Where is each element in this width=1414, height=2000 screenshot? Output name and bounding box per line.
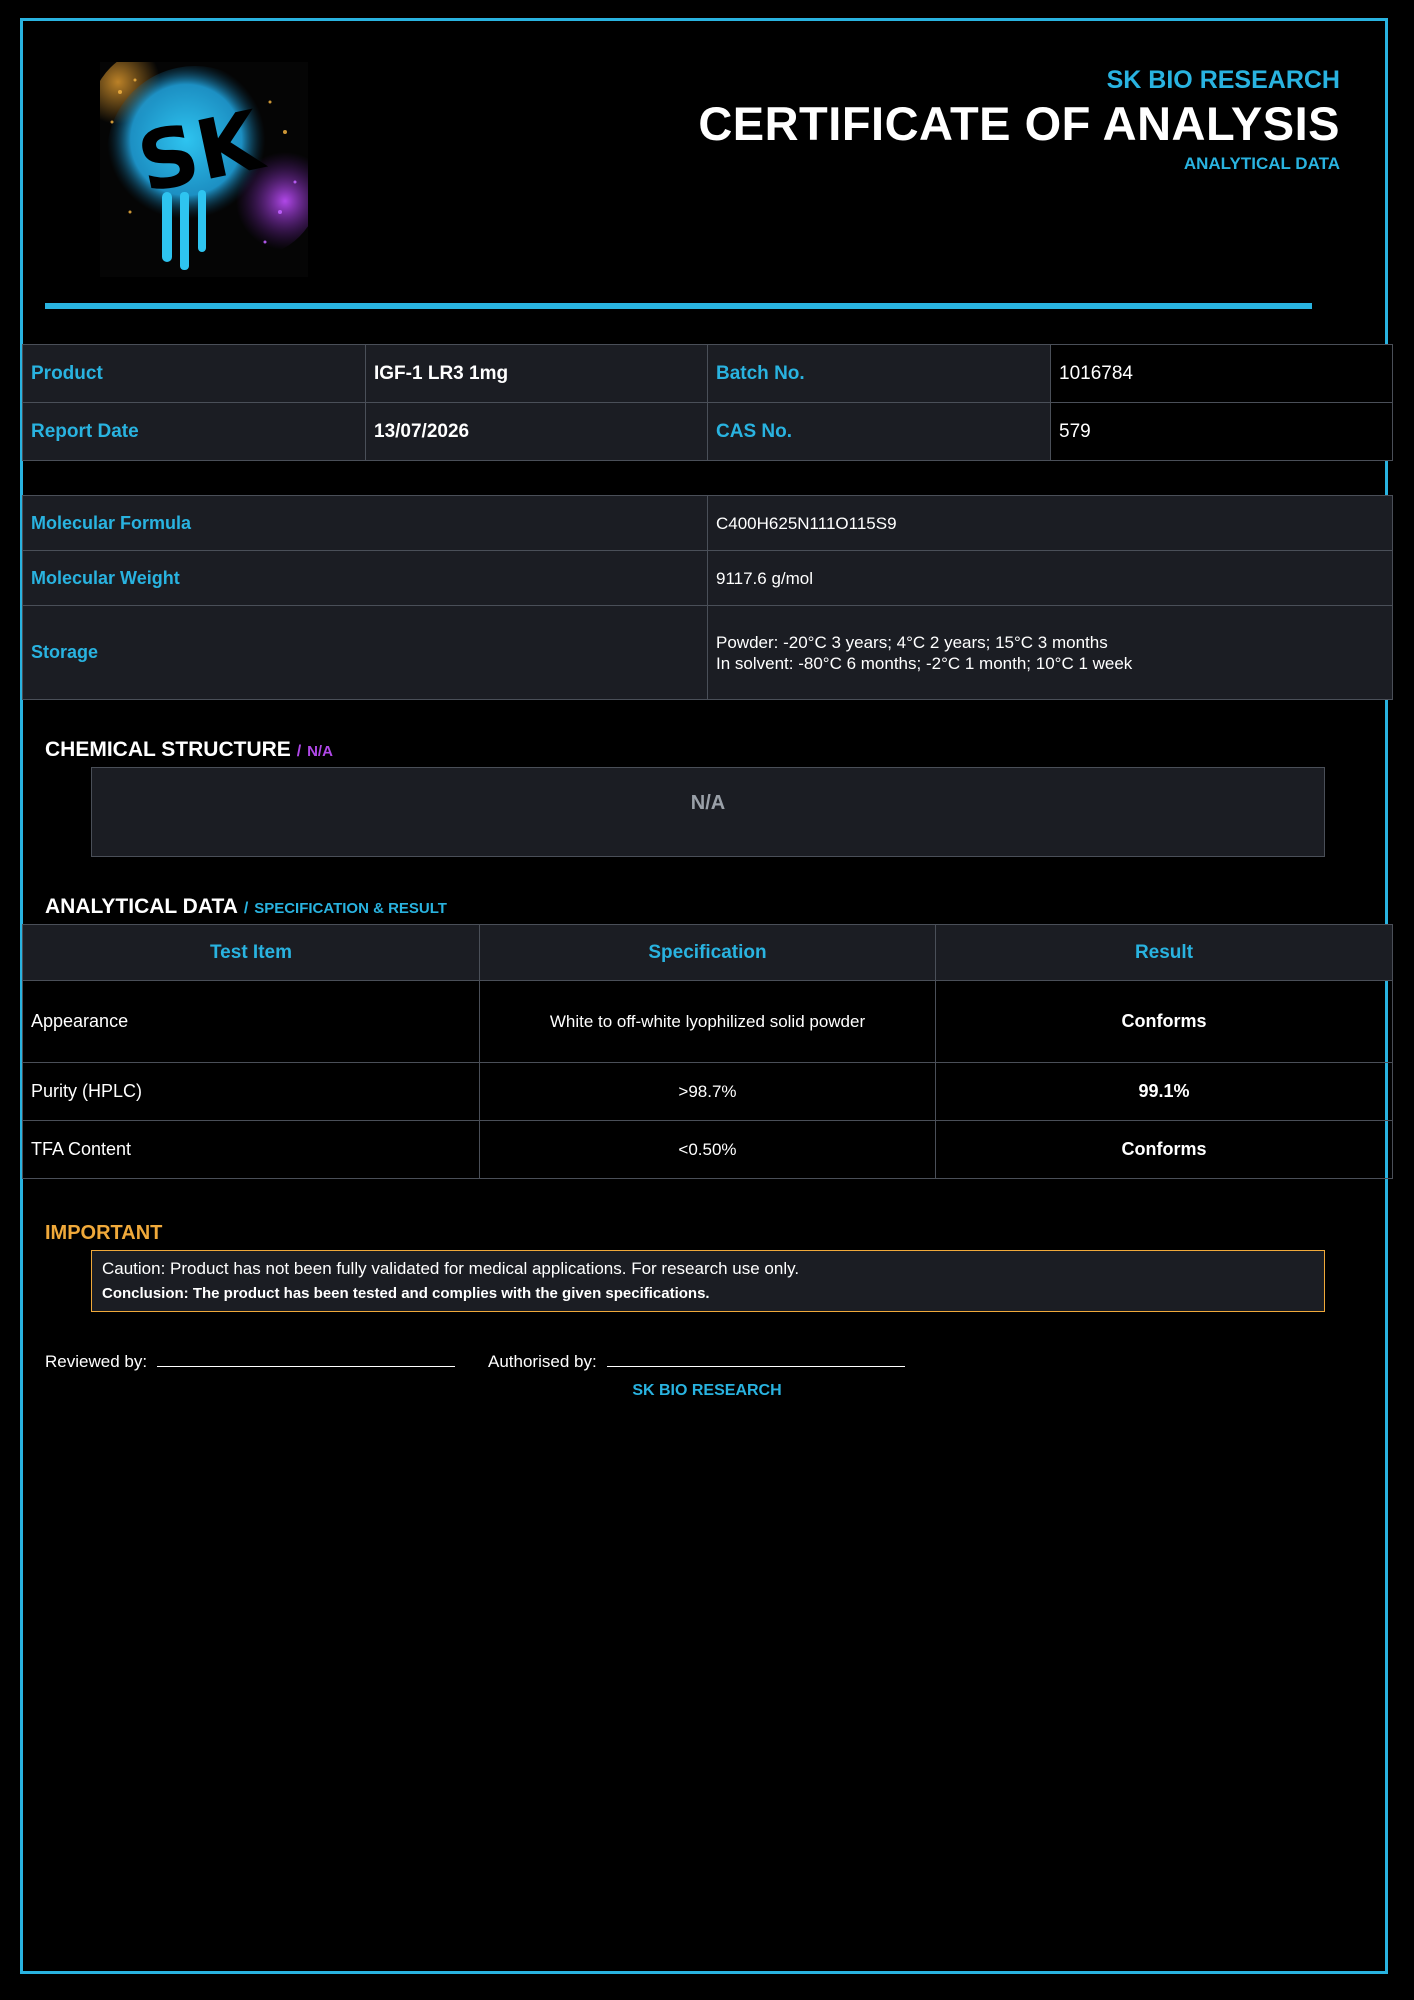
brand-name: SK BIO RESEARCH bbox=[1106, 66, 1340, 94]
authorised-by-signature: Authorised by: bbox=[488, 1352, 905, 1372]
properties-table: Molecular Formula C400H625N111O115S9 Mol… bbox=[22, 495, 1393, 700]
chemical-structure-placeholder: N/A bbox=[690, 792, 726, 814]
cas-value: 579 bbox=[1050, 402, 1393, 461]
batch-value: 1016784 bbox=[1050, 344, 1393, 403]
formula-value: C400H625N111O115S9 bbox=[707, 495, 1393, 551]
column-header-result: Result bbox=[935, 924, 1393, 981]
table-row: Product IGF-1 LR3 1mg Batch No. 1016784 bbox=[22, 344, 1393, 403]
report-date-value: 13/07/2026 bbox=[365, 402, 708, 461]
table-row: Storage Powder: -20°C 3 years; 4°C 2 yea… bbox=[22, 605, 1393, 700]
caution-text: Caution: Product has not been fully vali… bbox=[102, 1259, 800, 1278]
chemical-structure-title: CHEMICAL STRUCTURE bbox=[45, 738, 291, 761]
important-heading: IMPORTANT bbox=[45, 1222, 163, 1244]
test-item: TFA Content bbox=[22, 1120, 480, 1179]
weight-value: 9117.6 g/mol bbox=[707, 550, 1393, 606]
weight-label: Molecular Weight bbox=[22, 550, 708, 606]
section-slash: / bbox=[243, 900, 249, 917]
signature-line bbox=[157, 1352, 456, 1367]
reviewed-by-signature: Reviewed by: bbox=[45, 1352, 456, 1372]
product-label: Product bbox=[22, 344, 366, 403]
test-result: Conforms bbox=[935, 1120, 1393, 1179]
conclusion-text: Conclusion: The product has been tested … bbox=[102, 1285, 710, 1302]
storage-label: Storage bbox=[22, 605, 708, 700]
reviewed-by-label: Reviewed by: bbox=[45, 1352, 148, 1371]
table-header-row: Test Item Specification Result bbox=[22, 924, 1393, 981]
header-rule bbox=[45, 303, 1312, 309]
cas-label: CAS No. bbox=[707, 402, 1051, 461]
column-header-test-item: Test Item bbox=[22, 924, 480, 981]
test-result: Conforms bbox=[935, 980, 1393, 1063]
chemical-structure-box: N/A bbox=[91, 767, 1325, 857]
storage-line-powder: Powder: -20°C 3 years; 4°C 2 years; 15°C… bbox=[716, 632, 1108, 652]
chemical-structure-sub: N/A bbox=[307, 743, 333, 760]
test-result: 99.1% bbox=[935, 1062, 1393, 1121]
analytical-table: Test Item Specification Result Appearanc… bbox=[22, 924, 1393, 1179]
product-value: IGF-1 LR3 1mg bbox=[365, 344, 708, 403]
test-spec: <0.50% bbox=[479, 1120, 936, 1179]
important-notice-box: Caution: Product has not been fully vali… bbox=[91, 1250, 1325, 1312]
footer-brand: SK BIO RESEARCH bbox=[632, 1382, 782, 1399]
section-slash: / bbox=[296, 743, 302, 760]
storage-value: Powder: -20°C 3 years; 4°C 2 years; 15°C… bbox=[707, 605, 1393, 700]
storage-line-solvent: In solvent: -80°C 6 months; -2°C 1 month… bbox=[716, 653, 1133, 673]
test-spec: White to off-white lyophilized solid pow… bbox=[479, 980, 936, 1063]
column-header-specification: Specification bbox=[479, 924, 936, 981]
table-row: Purity (HPLC) >98.7% 99.1% bbox=[22, 1062, 1393, 1121]
chemical-structure-heading: CHEMICAL STRUCTURE / N/A bbox=[45, 738, 333, 762]
batch-label: Batch No. bbox=[707, 344, 1051, 403]
report-date-label: Report Date bbox=[22, 402, 366, 461]
table-row: Appearance White to off-white lyophilize… bbox=[22, 980, 1393, 1063]
formula-label: Molecular Formula bbox=[22, 495, 708, 551]
table-row: TFA Content <0.50% Conforms bbox=[22, 1120, 1393, 1179]
product-info-table: Product IGF-1 LR3 1mg Batch No. 1016784 … bbox=[22, 344, 1393, 461]
table-row: Molecular Weight 9117.6 g/mol bbox=[22, 550, 1393, 606]
page-subtitle: ANALYTICAL DATA bbox=[1183, 154, 1340, 173]
test-spec: >98.7% bbox=[479, 1062, 936, 1121]
table-row: Report Date 13/07/2026 CAS No. 579 bbox=[22, 402, 1393, 461]
analytical-data-heading: ANALYTICAL DATA / SPECIFICATION & RESULT bbox=[45, 895, 447, 919]
page-title: CERTIFICATE OF ANALYSIS bbox=[698, 97, 1340, 150]
authorised-by-label: Authorised by: bbox=[488, 1352, 597, 1371]
signature-line bbox=[606, 1352, 905, 1367]
analytical-data-title: ANALYTICAL DATA bbox=[45, 895, 238, 918]
table-row: Molecular Formula C400H625N111O115S9 bbox=[22, 495, 1393, 551]
analytical-data-sub: SPECIFICATION & RESULT bbox=[254, 900, 447, 917]
sk-logo: SK bbox=[100, 62, 308, 277]
test-item: Purity (HPLC) bbox=[22, 1062, 480, 1121]
test-item: Appearance bbox=[22, 980, 480, 1063]
